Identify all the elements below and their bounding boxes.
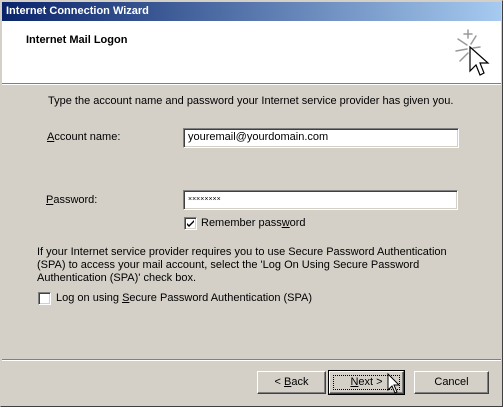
spa-checkbox[interactable] [38, 292, 51, 305]
header-separator [2, 83, 501, 85]
wizard-window: Internet Connection Wizard Internet Mail… [0, 0, 503, 407]
wizard-sparkle-cursor-icon [455, 29, 490, 76]
remember-label-post: ord [289, 217, 306, 229]
remember-label-mnemonic: w [281, 217, 290, 229]
password-label: Password: [46, 194, 97, 206]
spa-description: If your Internet service provider requir… [37, 246, 447, 284]
account-name-label-rest: ccount name: [54, 131, 121, 143]
spa-checkbox-label[interactable]: Log on using Secure Password Authenticat… [56, 292, 312, 304]
account-name-label: Account name: [47, 131, 120, 143]
password-label-rest: assword: [53, 194, 98, 206]
window-title: Internet Connection Wizard [6, 5, 149, 17]
spa-label-post: ecure Password Authentication (SPA) [129, 292, 313, 304]
remember-password-checkbox[interactable] [184, 217, 197, 230]
back-button-prefix: < [274, 376, 284, 388]
back-button-rest: ack [291, 376, 309, 388]
remember-password-label[interactable]: Remember password [201, 217, 306, 229]
back-button[interactable]: < Back [257, 371, 326, 394]
account-name-field[interactable]: youremail@yourdomain.com [183, 128, 459, 148]
password-field[interactable]: ×××××××× [183, 190, 458, 210]
instruction-text: Type the account name and password your … [48, 95, 454, 107]
cancel-button[interactable]: Cancel [414, 371, 489, 394]
remember-label-pre: Remember pass [201, 217, 282, 229]
mouse-pointer-icon [387, 373, 401, 394]
spa-label-pre: Log on using [56, 292, 123, 304]
checkmark-icon [187, 220, 194, 227]
title-bar[interactable]: Internet Connection Wizard [2, 2, 501, 21]
footer-separator [2, 359, 501, 361]
wizard-header: Internet Mail Logon [2, 21, 501, 83]
page-title: Internet Mail Logon [26, 34, 128, 46]
